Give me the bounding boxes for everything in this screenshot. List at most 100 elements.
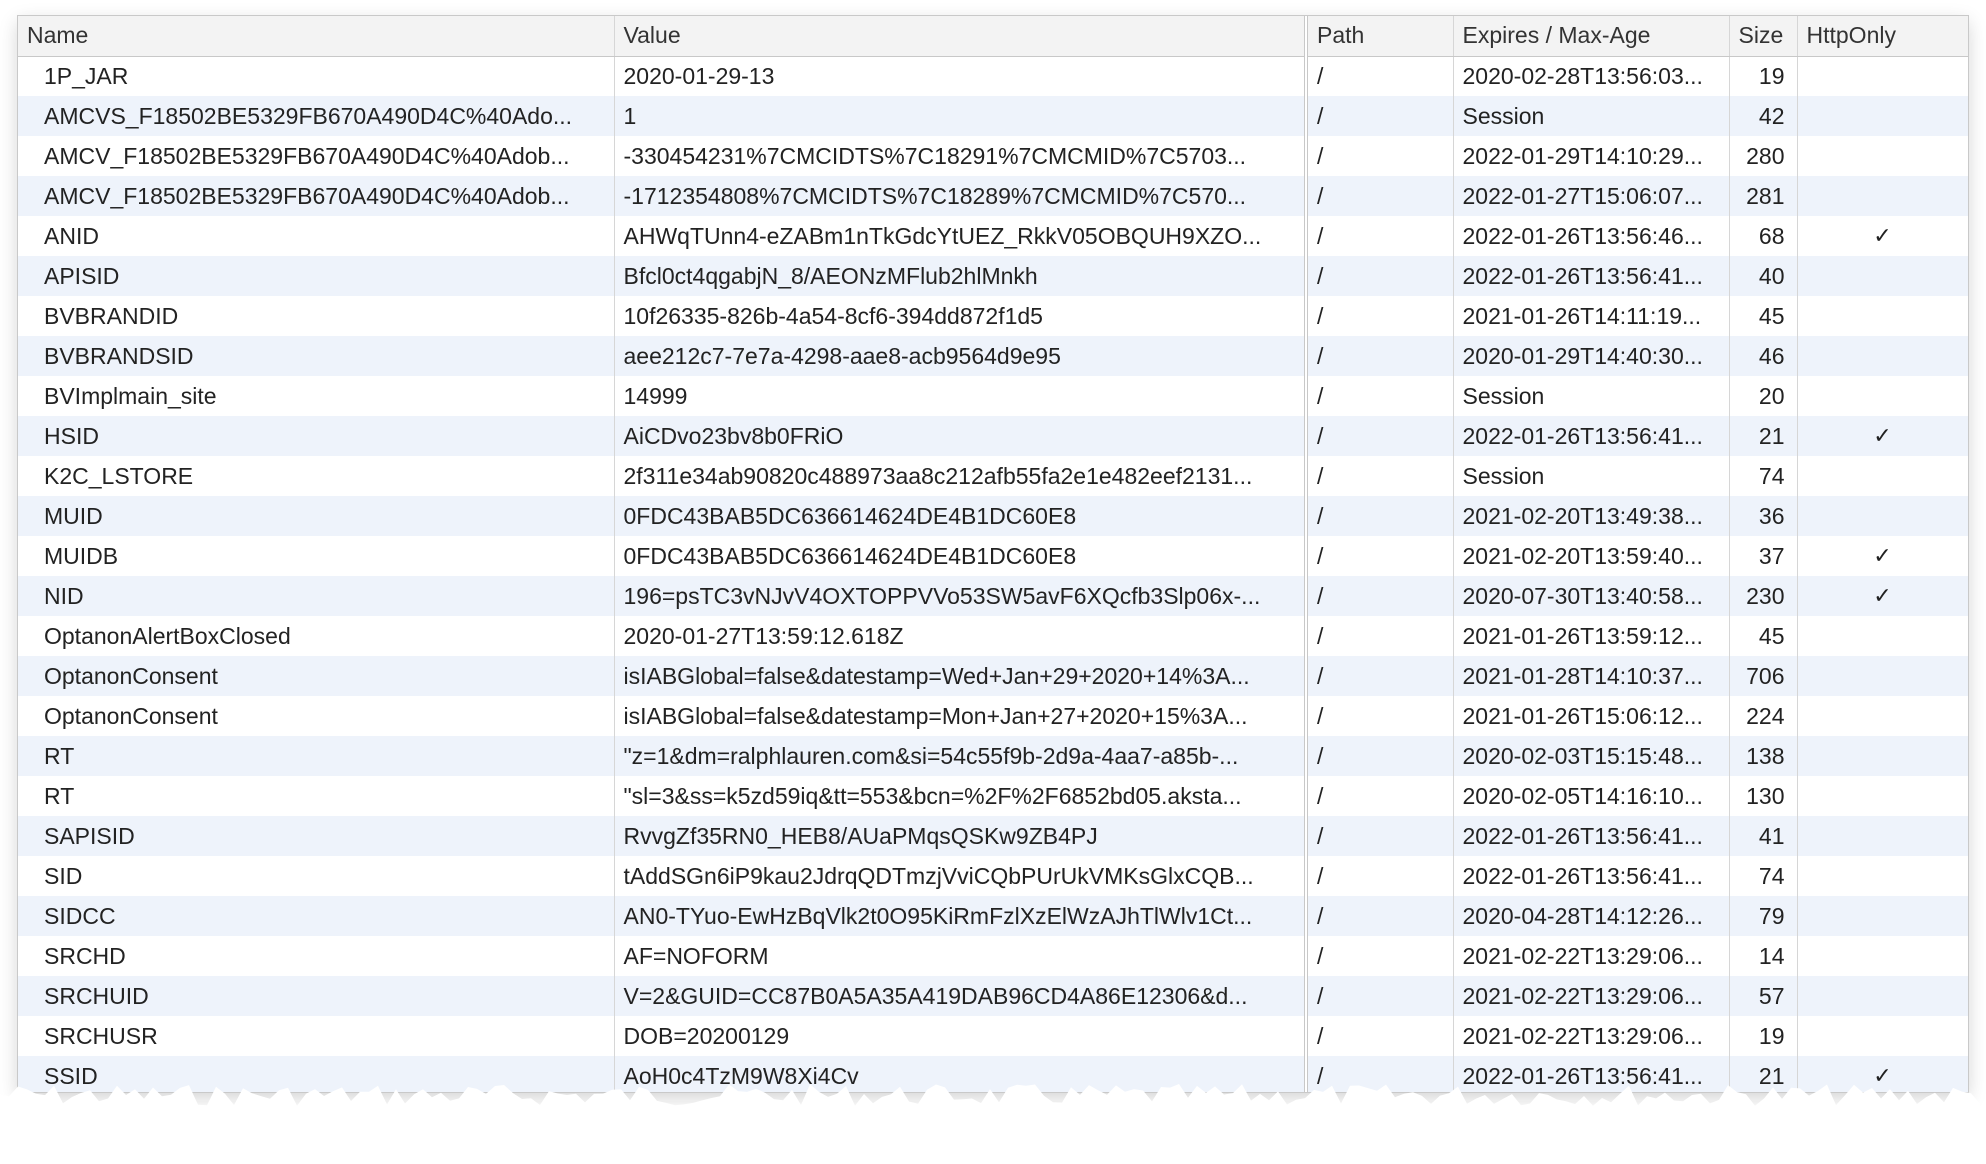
cell-size: 68 xyxy=(1729,216,1798,256)
cell-path: / xyxy=(1306,736,1454,776)
cell-path: / xyxy=(1306,656,1454,696)
cell-httponly: ✓ xyxy=(1797,576,1968,616)
cell-size: 37 xyxy=(1729,536,1798,576)
cell-expires: 2022-01-26T13:56:41... xyxy=(1453,256,1730,296)
table-row[interactable]: BVBRANDSID aee212c7-7e7a-4298-aae8-acb956… xyxy=(18,336,1968,376)
table-row[interactable]: NID 196=psTC3vNJvV4OXTOPPVVo53SW5avF6XQcf… xyxy=(18,576,1968,616)
table-row[interactable]: 1P_JAR 2020-01-29-13/2020-02-28T13:56:03.… xyxy=(18,56,1968,96)
column-header-path[interactable]: Path xyxy=(1306,16,1454,57)
cell-httponly xyxy=(1797,496,1968,536)
table-row[interactable]: SRCHD AF=NOFORM/2021-02-22T13:29:06... 14 xyxy=(18,936,1968,976)
cell-value: isIABGlobal=false&datestamp=Mon+Jan+27+2… xyxy=(614,696,1308,736)
cell-httponly xyxy=(1797,336,1968,376)
cell-httponly: ✓ xyxy=(1797,536,1968,576)
cell-value: 0FDC43BAB5DC636614624DE4B1DC60E8 xyxy=(614,496,1308,536)
cell-value: AiCDvo23bv8b0FRiO xyxy=(614,416,1308,456)
cell-name: AMCV_F18502BE5329FB670A490D4C%40Adob... xyxy=(18,176,615,216)
cell-value: 2020-01-29-13 xyxy=(614,56,1308,96)
table-row[interactable]: SRCHUSR DOB=20200129/2021-02-22T13:29:06.… xyxy=(18,1016,1968,1056)
cell-name: ANID xyxy=(18,216,615,256)
cell-httponly xyxy=(1797,176,1968,216)
column-header-value[interactable]: Value xyxy=(614,16,1308,57)
cell-path: / xyxy=(1306,256,1454,296)
cell-httponly xyxy=(1797,976,1968,1016)
cell-value: V=2&GUID=CC87B0A5A35A419DAB96CD4A86E1230… xyxy=(614,976,1308,1016)
column-header-size[interactable]: Size xyxy=(1729,16,1798,57)
cell-name: OptanonAlertBoxClosed xyxy=(18,616,615,656)
cell-expires: 2020-02-03T15:15:48... xyxy=(1453,736,1730,776)
table-row[interactable]: AMCV_F18502BE5329FB670A490D4C%40Adob... -… xyxy=(18,136,1968,176)
cell-path: / xyxy=(1306,56,1454,96)
cell-value: isIABGlobal=false&datestamp=Wed+Jan+29+2… xyxy=(614,656,1308,696)
cell-httponly xyxy=(1797,96,1968,136)
cell-expires: 2021-02-22T13:29:06... xyxy=(1453,936,1730,976)
cell-value: 0FDC43BAB5DC636614624DE4B1DC60E8 xyxy=(614,536,1308,576)
cell-path: / xyxy=(1306,576,1454,616)
cell-path: / xyxy=(1306,136,1454,176)
column-header-expires[interactable]: Expires / Max-Age xyxy=(1453,16,1730,57)
cell-value: AN0-TYuo-EwHzBqVlk2t0O95KiRmFzlXzElWzAJh… xyxy=(614,896,1308,936)
table-row[interactable]: OptanonConsent isIABGlobal=false&datestam… xyxy=(18,696,1968,736)
cell-size: 224 xyxy=(1729,696,1798,736)
table-row[interactable]: APISID Bfcl0ct4qgabjN_8/AEONzMFlub2hlMnkh… xyxy=(18,256,1968,296)
cell-path: / xyxy=(1306,376,1454,416)
cookies-panel: Name Value Path Expires / Max-Age Size H… xyxy=(18,16,1968,1092)
cell-value: 196=psTC3vNJvV4OXTOPPVVo53SW5avF6XQcfb3S… xyxy=(614,576,1308,616)
table-row[interactable]: ANID AHWqTUnn4-eZABm1nTkGdcYtUEZ_RkkV05OB… xyxy=(18,216,1968,256)
torn-paper-edge xyxy=(0,1084,1986,1164)
column-header-name[interactable]: Name xyxy=(18,16,615,57)
table-row[interactable]: SRCHUID V=2&GUID=CC87B0A5A35A419DAB96CD4A… xyxy=(18,976,1968,1016)
cell-expires: 2021-02-20T13:59:40... xyxy=(1453,536,1730,576)
cell-expires: Session xyxy=(1453,456,1730,496)
table-row[interactable]: SAPISID RvvgZf35RN0_HEB8/AUaPMqsQSKw9ZB4P… xyxy=(18,816,1968,856)
cell-value: Bfcl0ct4qgabjN_8/AEONzMFlub2hlMnkh xyxy=(614,256,1308,296)
cell-path: / xyxy=(1306,456,1454,496)
cell-size: 20 xyxy=(1729,376,1798,416)
cell-name: RT xyxy=(18,736,615,776)
cell-httponly xyxy=(1797,856,1968,896)
cell-expires: 2022-01-26T13:56:46... xyxy=(1453,216,1730,256)
cell-path: / xyxy=(1306,336,1454,376)
cell-name: SRCHD xyxy=(18,936,615,976)
cell-size: 42 xyxy=(1729,96,1798,136)
cell-value: -1712354808%7CMCIDTS%7C18289%7CMCMID%7C5… xyxy=(614,176,1308,216)
cell-httponly xyxy=(1797,616,1968,656)
cell-httponly xyxy=(1797,256,1968,296)
table-row[interactable]: SIDCC AN0-TYuo-EwHzBqVlk2t0O95KiRmFzlXzEl… xyxy=(18,896,1968,936)
cell-name: SAPISID xyxy=(18,816,615,856)
table-row[interactable]: MUID 0FDC43BAB5DC636614624DE4B1DC60E8/202… xyxy=(18,496,1968,536)
cell-path: / xyxy=(1306,216,1454,256)
table-row[interactable]: MUIDB 0FDC43BAB5DC636614624DE4B1DC60E8/20… xyxy=(18,536,1968,576)
cell-httponly xyxy=(1797,296,1968,336)
cell-path: / xyxy=(1306,936,1454,976)
table-row[interactable]: AMCVS_F18502BE5329FB670A490D4C%40Ado... 1… xyxy=(18,96,1968,136)
cell-value: DOB=20200129 xyxy=(614,1016,1308,1056)
cell-httponly xyxy=(1797,896,1968,936)
table-row[interactable]: BVImplmain_site 14999/Session 20 xyxy=(18,376,1968,416)
cell-value: 2020-01-27T13:59:12.618Z xyxy=(614,616,1308,656)
cell-expires: 2022-01-26T13:56:41... xyxy=(1453,816,1730,856)
cell-size: 230 xyxy=(1729,576,1798,616)
cell-path: / xyxy=(1306,776,1454,816)
table-row[interactable]: AMCV_F18502BE5329FB670A490D4C%40Adob... -… xyxy=(18,176,1968,216)
table-row[interactable]: OptanonConsent isIABGlobal=false&datestam… xyxy=(18,656,1968,696)
cell-expires: 2021-01-26T15:06:12... xyxy=(1453,696,1730,736)
table-row[interactable]: HSID AiCDvo23bv8b0FRiO/2022-01-26T13:56:4… xyxy=(18,416,1968,456)
table-row[interactable]: K2C_LSTORE 2f311e34ab90820c488973aa8c212a… xyxy=(18,456,1968,496)
cell-size: 130 xyxy=(1729,776,1798,816)
table-row[interactable]: RT "sl=3&ss=k5zd59iq&tt=553&bcn=%2F%2F685… xyxy=(18,776,1968,816)
table-row[interactable]: BVBRANDID 10f26335-826b-4a54-8cf6-394dd87… xyxy=(18,296,1968,336)
cell-name: SID xyxy=(18,856,615,896)
cell-path: / xyxy=(1306,496,1454,536)
cell-path: / xyxy=(1306,976,1454,1016)
cell-size: 40 xyxy=(1729,256,1798,296)
table-row[interactable]: OptanonAlertBoxClosed 2020-01-27T13:59:12… xyxy=(18,616,1968,656)
cell-name: BVImplmain_site xyxy=(18,376,615,416)
column-header-httponly[interactable]: HttpOnly xyxy=(1797,16,1968,57)
cell-size: 19 xyxy=(1729,1016,1798,1056)
cell-name: SIDCC xyxy=(18,896,615,936)
cell-name: 1P_JAR xyxy=(18,56,615,96)
table-row[interactable]: SID tAddSGn6iP9kau2JdrqQDTmzjVviCQbPUrUkV… xyxy=(18,856,1968,896)
cell-name: NID xyxy=(18,576,615,616)
table-row[interactable]: RT "z=1&dm=ralphlauren.com&si=54c55f9b-2d… xyxy=(18,736,1968,776)
